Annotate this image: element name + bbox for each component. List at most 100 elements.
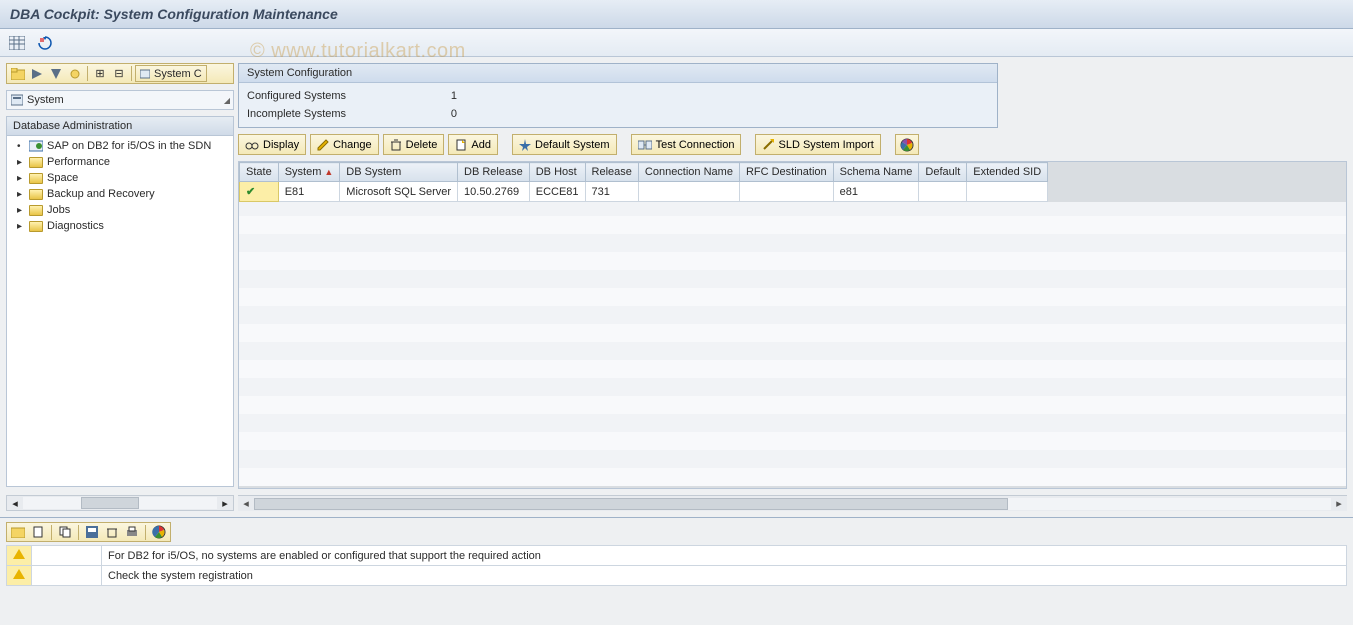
col-system[interactable]: System▲ <box>278 163 340 182</box>
expand-arrow-icon: ▸ <box>17 157 25 168</box>
table-empty-area <box>239 202 1346 486</box>
msg-color-icon[interactable] <box>150 524 168 541</box>
separator <box>145 525 146 540</box>
folder-icon <box>29 205 43 216</box>
tree-node-label: Backup and Recovery <box>47 188 155 200</box>
default-system-button[interactable]: Default System <box>512 134 617 155</box>
col-state[interactable]: State <box>240 163 279 182</box>
refresh-icon[interactable] <box>36 34 54 52</box>
tree-node-diagnostics[interactable]: ▸ Diagnostics <box>7 218 233 234</box>
sld-import-button[interactable]: SLD System Import <box>755 134 880 155</box>
cell-rfc-dest <box>739 182 833 202</box>
cell-db-system: Microsoft SQL Server <box>340 182 458 202</box>
action-toolbar: Display Change Delete Add Default System <box>238 134 1347 155</box>
sidebar-system-button[interactable]: System C <box>135 65 207 82</box>
delete-button[interactable]: Delete <box>383 134 445 155</box>
col-db-release[interactable]: DB Release <box>458 163 530 182</box>
new-doc-icon <box>455 139 467 151</box>
cell-system: E81 <box>278 182 340 202</box>
tree-node-backup-recovery[interactable]: ▸ Backup and Recovery <box>7 186 233 202</box>
cell-conn-name <box>638 182 739 202</box>
wand-icon <box>762 139 774 151</box>
content-hscroll[interactable]: ◂ ▸ <box>238 495 1347 511</box>
tree-node-label: Diagnostics <box>47 220 104 232</box>
warning-icon <box>13 569 25 579</box>
grid-icon[interactable] <box>8 34 26 52</box>
msg-save-icon[interactable] <box>83 524 101 541</box>
collapse-icon[interactable] <box>28 65 46 82</box>
change-button[interactable]: Change <box>310 134 379 155</box>
tree-node-label: SAP on DB2 for i5/OS in the SDN <box>47 140 211 152</box>
scroll-right-icon[interactable]: ▸ <box>1331 497 1347 510</box>
scroll-left-icon[interactable]: ◂ <box>238 497 254 510</box>
glasses-icon <box>245 139 259 151</box>
message-list: For DB2 for i5/OS, no systems are enable… <box>6 545 1347 586</box>
expand-node-icon[interactable]: ⊞ <box>91 65 109 82</box>
button-label: Add <box>471 139 491 151</box>
message-row[interactable]: Check the system registration <box>7 566 1347 586</box>
col-db-host[interactable]: DB Host <box>529 163 585 182</box>
col-schema[interactable]: Schema Name <box>833 163 919 182</box>
msg-open-icon[interactable] <box>9 524 27 541</box>
sidebar-hscroll[interactable]: ◂ ▸ <box>6 495 234 511</box>
summary-row-incomplete: Incomplete Systems 0 <box>239 105 997 123</box>
summary-label: Configured Systems <box>247 90 417 102</box>
display-button[interactable]: Display <box>238 134 306 155</box>
sort-asc-icon: ▲ <box>324 167 333 177</box>
col-rfc-dest[interactable]: RFC Destination <box>739 163 833 182</box>
sidebar-mini-toolbar: ⊞ ⊟ System C <box>6 63 234 84</box>
system-selector[interactable]: System ◢ <box>6 90 234 110</box>
col-conn-name[interactable]: Connection Name <box>638 163 739 182</box>
collapse-node-icon[interactable]: ⊟ <box>110 65 128 82</box>
system-icon <box>11 94 23 106</box>
scroll-track[interactable] <box>254 498 1331 510</box>
nav-tree-panel: Database Administration • SAP on DB2 for… <box>6 116 234 487</box>
star-icon <box>519 139 531 151</box>
msg-copy-icon[interactable] <box>56 524 74 541</box>
expand-arrow-icon: ▸ <box>17 221 25 232</box>
message-row[interactable]: For DB2 for i5/OS, no systems are enable… <box>7 546 1347 566</box>
tree-node-sdn-link[interactable]: • SAP on DB2 for i5/OS in the SDN <box>7 138 233 154</box>
cell-db-release: 10.50.2769 <box>458 182 530 202</box>
test-connection-button[interactable]: Test Connection <box>631 134 742 155</box>
expand-icon[interactable] <box>47 65 65 82</box>
app-toolbar <box>0 29 1353 57</box>
color-legend-button[interactable] <box>895 134 919 155</box>
button-label: Test Connection <box>656 139 735 151</box>
color-wheel-icon <box>900 138 914 152</box>
page-title-text: DBA Cockpit: System Configuration Mainte… <box>10 6 338 22</box>
col-default[interactable]: Default <box>919 163 967 182</box>
tree-node-performance[interactable]: ▸ Performance <box>7 154 233 170</box>
col-extended-sid[interactable]: Extended SID <box>967 163 1048 182</box>
button-label: Change <box>333 139 372 151</box>
tree-node-label: Space <box>47 172 78 184</box>
warning-icon-cell <box>7 566 32 586</box>
button-label: Delete <box>406 139 438 151</box>
content-area: System Configuration Configured Systems … <box>238 63 1347 511</box>
message-toolbar <box>6 522 171 542</box>
open-folder-icon[interactable] <box>9 65 27 82</box>
main-split: ⊞ ⊟ System C System ◢ Database Administr… <box>0 57 1353 517</box>
summary-value: 0 <box>417 108 457 120</box>
system-selector-label: System <box>27 94 64 106</box>
msg-new-icon[interactable] <box>29 524 47 541</box>
sidebar-system-button-label: System C <box>154 68 202 80</box>
cell-state: ✔ <box>240 182 279 202</box>
msg-print-icon[interactable] <box>123 524 141 541</box>
msg-delete-icon[interactable] <box>103 524 121 541</box>
expand-arrow-icon: ▸ <box>17 189 25 200</box>
scroll-thumb[interactable] <box>254 498 1008 510</box>
col-release[interactable]: Release <box>585 163 638 182</box>
expand-arrow-icon: ▸ <box>17 173 25 184</box>
sort-icon[interactable] <box>66 65 84 82</box>
col-db-system[interactable]: DB System <box>340 163 458 182</box>
table-row[interactable]: ✔ E81 Microsoft SQL Server 10.50.2769 EC… <box>240 182 1048 202</box>
tree-node-jobs[interactable]: ▸ Jobs <box>7 202 233 218</box>
summary-row-configured: Configured Systems 1 <box>239 87 997 105</box>
systems-table: State System▲ DB System DB Release DB Ho… <box>239 162 1048 202</box>
tree-node-space[interactable]: ▸ Space <box>7 170 233 186</box>
expand-arrow-icon: ▸ <box>17 205 25 216</box>
config-summary-body: Configured Systems 1 Incomplete Systems … <box>239 83 997 127</box>
warning-icon <box>13 549 25 559</box>
add-button[interactable]: Add <box>448 134 498 155</box>
